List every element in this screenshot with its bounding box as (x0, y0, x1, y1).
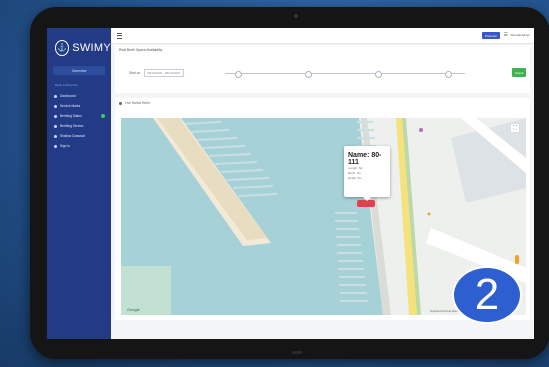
map-header: Live Harbor Berth (119, 101, 150, 105)
user-icon (54, 144, 57, 148)
dashboard-icon (54, 94, 57, 98)
fullscreen-icon[interactable]: ⛶ (510, 123, 520, 133)
user-menu[interactable]: Vanshal Admin (510, 33, 530, 37)
slider-knob[interactable] (445, 71, 452, 78)
check-button[interactable]: Check (512, 68, 526, 77)
premium-badge[interactable]: Premium (481, 32, 500, 39)
sidebar-item-berthing-service[interactable]: Berthing Service (47, 121, 111, 131)
filter-row: Start on 08/12/2020 - 09/12/2020 (129, 69, 185, 77)
logo-text: SWIMY (72, 41, 111, 54)
popup-line: Berth: 3m (348, 171, 362, 175)
marks-icon (54, 104, 57, 108)
home-button (292, 351, 302, 354)
date-range-input[interactable]: 08/12/2020 - 09/12/2020 (144, 69, 185, 77)
google-logo: Google (127, 307, 140, 312)
slider-knob[interactable] (305, 71, 312, 78)
menu-icon[interactable] (117, 32, 122, 39)
sidebar-item-shallow-classical[interactable]: Shallow Classical (47, 131, 111, 141)
sidebar: ⚓ SWIMY Overview Berth Listing Info Dash… (47, 28, 111, 339)
filter-panel: Real Berth Space Availability Start on 0… (115, 45, 530, 93)
slider-knob[interactable] (235, 71, 242, 78)
sidebar-item-service-marks[interactable]: Service Marks (47, 101, 111, 111)
time-slider[interactable] (225, 71, 465, 78)
pegman-icon[interactable] (515, 255, 519, 264)
shallow-icon (54, 134, 57, 138)
popup-title: Name: 80-111 (348, 152, 382, 166)
slider-knob[interactable] (375, 71, 382, 78)
overview-button[interactable]: Overview (53, 66, 105, 75)
service-icon (54, 124, 57, 128)
popup-line: Depth: 3m (348, 176, 362, 180)
panel-title: Real Berth Space Availability (119, 48, 163, 52)
boat-popup: Name: 80-111 Length: 8m Berth: 3m Depth:… (344, 146, 390, 201)
logo[interactable]: ⚓ SWIMY (47, 28, 111, 60)
sidebar-item-dashboard[interactable]: Dashboard (47, 91, 111, 101)
step-number-badge: 2 (452, 266, 522, 324)
boat-marker (357, 200, 375, 207)
status-dot (101, 114, 105, 118)
status-icon (54, 114, 57, 118)
anchor-icon: ⚓ (55, 39, 70, 56)
popup-line: Length: 8m (348, 166, 364, 170)
sidebar-section-label: Berth Listing Info (55, 83, 78, 87)
date-label: Start on (129, 71, 141, 75)
pin-icon (119, 101, 122, 105)
sidebar-item-sign-in[interactable]: Sign In (47, 141, 111, 151)
camera-icon (294, 14, 298, 18)
sidebar-item-berthing-status[interactable]: Berthing Status (47, 111, 111, 121)
top-bar: Premium ☰ Vanshal Admin (111, 28, 534, 44)
user-icon[interactable]: ☰ (504, 32, 508, 38)
